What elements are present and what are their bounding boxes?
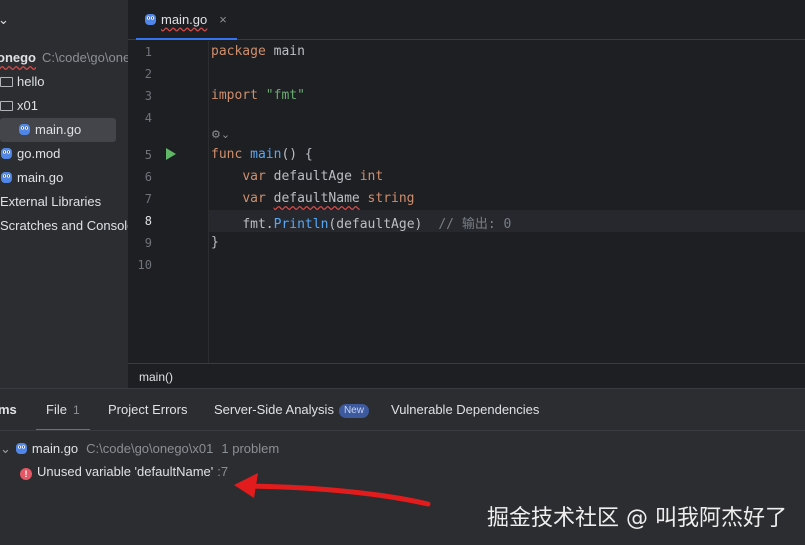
problem-item[interactable]: ! Unused variable 'defaultName':7 xyxy=(20,462,228,482)
keyword: import xyxy=(211,88,258,103)
panel-tab-divider xyxy=(0,430,805,431)
tree-item-label: main.go xyxy=(35,122,82,137)
problem-count: 1 problem xyxy=(221,441,280,456)
folder-open-icon xyxy=(0,101,13,111)
call-args: (defaultAge) xyxy=(328,217,423,232)
code-vision-hint-icon[interactable]: ⚙⌄ xyxy=(211,128,230,141)
tab-label: Vulnerable Dependencies xyxy=(391,402,540,417)
tree-item-hello[interactable]: hello xyxy=(0,70,44,94)
code-line-9: } xyxy=(211,235,219,250)
code-line-1: package main xyxy=(211,44,305,59)
code-line-3: import "fmt" xyxy=(211,88,305,103)
type-name: string xyxy=(367,191,415,206)
tab-count: 1 xyxy=(72,403,80,417)
string-literal: "fmt" xyxy=(265,88,305,103)
breadcrumb-item[interactable]: main() xyxy=(139,370,173,384)
tab-vulnerable-dependencies[interactable]: Vulnerable Dependencies xyxy=(391,389,539,431)
line-number: 9 xyxy=(144,236,152,250)
tab-project-errors[interactable]: Project Errors xyxy=(108,389,187,431)
close-icon[interactable]: × xyxy=(219,12,227,27)
line-number: 10 xyxy=(137,258,152,272)
tree-item-external-libraries[interactable]: External Libraries xyxy=(0,190,101,214)
tree-item-go-mod[interactable]: go.mod xyxy=(0,142,60,166)
run-icon[interactable] xyxy=(166,148,176,160)
tab-server-side-analysis[interactable]: Server-Side Analysis New xyxy=(214,389,369,431)
code-line-8: fmt.Println(defaultAge) // 输出: 0 xyxy=(211,213,511,232)
breadcrumb: main() xyxy=(128,363,805,388)
go-gopher-icon xyxy=(1,148,12,159)
tree-item-label: main.go xyxy=(17,170,64,185)
panel-title: ms xyxy=(0,402,17,417)
tree-item-label: External Libraries xyxy=(0,194,102,209)
function-name: main xyxy=(250,147,282,162)
project-sidebar: ⌄ onego C:\code\go\onego hello x01 main.g… xyxy=(0,0,128,386)
editor-tab-bar: main.go × xyxy=(128,0,805,40)
root-path: C:\code\go\onego xyxy=(42,50,128,65)
problem-message: Unused variable 'defaultName' xyxy=(37,464,214,479)
package-ref: fmt. xyxy=(242,217,274,232)
project-header-chevron-icon[interactable]: ⌄ xyxy=(0,12,9,28)
line-number-current: 8 xyxy=(144,214,152,228)
tree-item-scratches[interactable]: Scratches and Consoles xyxy=(0,214,128,238)
problem-file-path: C:\code\go\onego\x01 xyxy=(86,441,214,456)
tab-label: Server-Side Analysis xyxy=(214,402,334,417)
keyword: var xyxy=(242,191,266,206)
keyword: package xyxy=(211,44,266,59)
go-gopher-icon xyxy=(15,443,27,454)
tree-item-label: Scratches and Consoles xyxy=(0,218,128,233)
package-name: main xyxy=(273,44,305,59)
tab-main-go[interactable]: main.go × xyxy=(136,0,237,40)
go-gopher-icon xyxy=(145,14,156,25)
problem-line-ref: :7 xyxy=(217,464,229,479)
problem-file-row[interactable]: ⌄ main.go C:\code\go\onego\x01 1 problem xyxy=(0,439,279,459)
keyword: var xyxy=(242,169,266,184)
watermark: 掘金技术社区 @ 叫我阿杰好了 xyxy=(487,506,787,531)
punctuation: () { xyxy=(281,147,313,162)
line-number: 6 xyxy=(144,170,152,184)
root-name: onego xyxy=(0,50,36,65)
keyword: func xyxy=(211,147,243,162)
tree-item-label: go.mod xyxy=(17,146,61,161)
type-name: int xyxy=(359,169,384,184)
annotation-arrow-icon xyxy=(234,473,431,507)
line-number: 1 xyxy=(144,45,152,59)
function-call: Println xyxy=(273,217,329,232)
new-badge: New xyxy=(338,404,369,418)
error-icon: ! xyxy=(20,468,32,480)
tree-item-x01-main-go[interactable]: main.go xyxy=(0,118,116,142)
line-number: 5 xyxy=(144,148,152,162)
tree-item-label: hello xyxy=(17,74,45,89)
line-number: 2 xyxy=(144,67,152,81)
go-gopher-icon xyxy=(19,124,30,135)
variable-name-unused: defaultName xyxy=(273,191,360,206)
line-number: 4 xyxy=(144,111,152,125)
code-line-6: var defaultAge int xyxy=(211,169,383,184)
code-line-7: var defaultName string xyxy=(211,191,415,206)
problem-file-name: main.go xyxy=(31,441,79,456)
tree-item-x01[interactable]: x01 xyxy=(0,94,38,118)
tab-file[interactable]: File 1 xyxy=(36,389,90,431)
tab-label: Project Errors xyxy=(108,402,188,417)
tab-label: File xyxy=(46,402,67,417)
tree-root[interactable]: onego C:\code\go\onego xyxy=(0,46,128,70)
code-line-5: func main() { xyxy=(211,147,313,162)
folder-icon xyxy=(0,77,13,87)
tree-item-root-main-go[interactable]: main.go xyxy=(0,166,63,190)
line-number: 3 xyxy=(144,89,152,103)
line-number: 7 xyxy=(144,192,152,206)
tree-item-label: x01 xyxy=(17,98,38,113)
code-editor[interactable]: 1 2 3 4 5 6 7 8 9 10 package main import… xyxy=(128,41,805,363)
code-comment: // 输出: 0 xyxy=(438,217,512,232)
chevron-down-icon[interactable]: ⌄ xyxy=(0,441,11,456)
variable-name: defaultAge xyxy=(273,169,352,184)
gutter-divider xyxy=(208,41,209,363)
tab-label: main.go xyxy=(161,11,208,27)
go-gopher-icon xyxy=(1,172,12,183)
closing-brace: } xyxy=(211,235,219,250)
